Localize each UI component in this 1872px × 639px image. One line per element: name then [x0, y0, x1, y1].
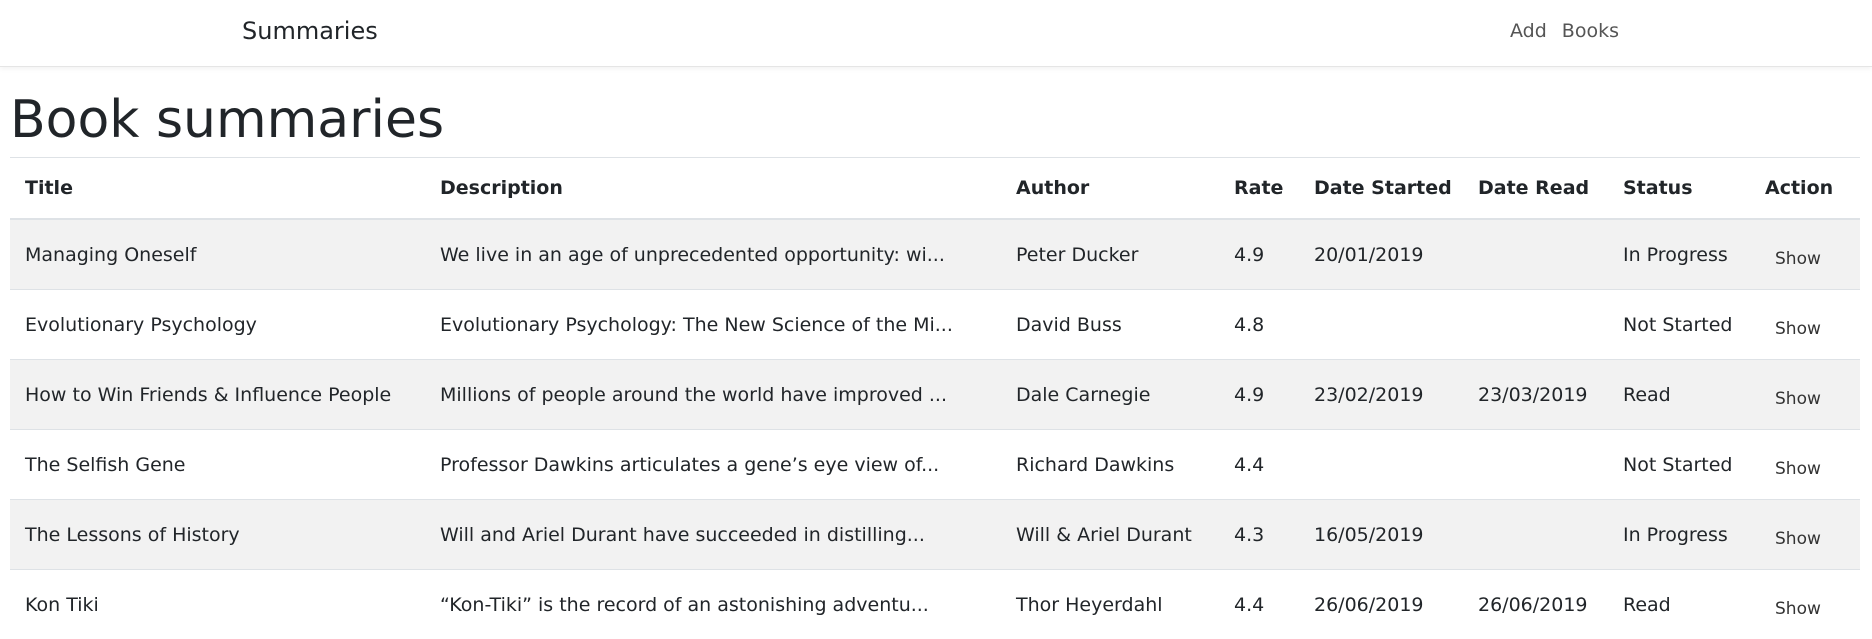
column-header-date-started[interactable]: Date Started [1299, 158, 1463, 220]
cell-author: Will & Ariel Durant [1001, 500, 1219, 570]
cell-rate: 4.9 [1219, 360, 1299, 430]
cell-title: The Lessons of History [10, 500, 425, 570]
cell-status: Not Started [1608, 290, 1753, 360]
column-header-action: Action [1753, 158, 1860, 220]
cell-date-started: 16/05/2019 [1299, 500, 1463, 570]
cell-description: Will and Ariel Durant have succeeded in … [425, 500, 1001, 570]
book-summaries-table: Title Description Author Rate Date Start… [10, 157, 1860, 639]
column-header-title[interactable]: Title [10, 158, 425, 220]
cell-date-read: 26/06/2019 [1463, 570, 1608, 639]
cell-action: Show [1753, 360, 1860, 430]
cell-title: Managing Oneself [10, 219, 425, 290]
cell-status: Read [1608, 360, 1753, 430]
cell-description: Professor Dawkins articulates a gene’s e… [425, 430, 1001, 500]
cell-date-read [1463, 430, 1608, 500]
cell-action: Show [1753, 219, 1860, 290]
table-row: Kon Tiki “Kon-Tiki” is the record of an … [10, 570, 1860, 639]
cell-description: Evolutionary Psychology: The New Science… [425, 290, 1001, 360]
cell-author: Dale Carnegie [1001, 360, 1219, 430]
cell-status: In Progress [1608, 500, 1753, 570]
cell-rate: 4.9 [1219, 219, 1299, 290]
show-button[interactable]: Show [1765, 455, 1831, 483]
cell-title: How to Win Friends & Influence People [10, 360, 425, 430]
cell-date-started [1299, 290, 1463, 360]
show-button[interactable]: Show [1765, 385, 1831, 413]
cell-status: Read [1608, 570, 1753, 639]
table-header-row: Title Description Author Rate Date Start… [10, 158, 1860, 220]
cell-action: Show [1753, 570, 1860, 639]
table-row: The Selfish Gene Professor Dawkins artic… [10, 430, 1860, 500]
brand-link[interactable]: Summaries [242, 17, 378, 45]
cell-date-started: 20/01/2019 [1299, 219, 1463, 290]
cell-date-started [1299, 430, 1463, 500]
table-row: Managing Oneself We live in an age of un… [10, 219, 1860, 290]
cell-rate: 4.8 [1219, 290, 1299, 360]
cell-date-read [1463, 219, 1608, 290]
column-header-author[interactable]: Author [1001, 158, 1219, 220]
column-header-description[interactable]: Description [425, 158, 1001, 220]
page-title: Book summaries [10, 88, 444, 152]
show-button[interactable]: Show [1765, 525, 1831, 553]
cell-description: “Kon-Tiki” is the record of an astonishi… [425, 570, 1001, 639]
cell-author: Peter Ducker [1001, 219, 1219, 290]
cell-action: Show [1753, 430, 1860, 500]
cell-status: In Progress [1608, 219, 1753, 290]
cell-title: Evolutionary Psychology [10, 290, 425, 360]
show-button[interactable]: Show [1765, 595, 1831, 623]
nav-link-add[interactable]: Add [1510, 20, 1547, 42]
cell-rate: 4.3 [1219, 500, 1299, 570]
column-header-status[interactable]: Status [1608, 158, 1753, 220]
cell-date-started: 26/06/2019 [1299, 570, 1463, 639]
show-button[interactable]: Show [1765, 245, 1831, 273]
cell-date-read: 23/03/2019 [1463, 360, 1608, 430]
cell-description: Millions of people around the world have… [425, 360, 1001, 430]
cell-status: Not Started [1608, 430, 1753, 500]
table-row: The Lessons of History Will and Ariel Du… [10, 500, 1860, 570]
cell-title: The Selfish Gene [10, 430, 425, 500]
column-header-rate[interactable]: Rate [1219, 158, 1299, 220]
cell-description: We live in an age of unprecedented oppor… [425, 219, 1001, 290]
cell-action: Show [1753, 290, 1860, 360]
table-row: Evolutionary Psychology Evolutionary Psy… [10, 290, 1860, 360]
cell-author: David Buss [1001, 290, 1219, 360]
table-row: How to Win Friends & Influence People Mi… [10, 360, 1860, 430]
cell-author: Thor Heyerdahl [1001, 570, 1219, 639]
cell-title: Kon Tiki [10, 570, 425, 639]
cell-rate: 4.4 [1219, 570, 1299, 639]
nav-links: Add Books [1510, 20, 1619, 42]
cell-action: Show [1753, 500, 1860, 570]
cell-author: Richard Dawkins [1001, 430, 1219, 500]
navbar: Summaries Add Books [0, 0, 1872, 67]
cell-date-started: 23/02/2019 [1299, 360, 1463, 430]
cell-date-read [1463, 290, 1608, 360]
cell-rate: 4.4 [1219, 430, 1299, 500]
cell-date-read [1463, 500, 1608, 570]
column-header-date-read[interactable]: Date Read [1463, 158, 1608, 220]
show-button[interactable]: Show [1765, 315, 1831, 343]
nav-link-books[interactable]: Books [1562, 20, 1619, 42]
